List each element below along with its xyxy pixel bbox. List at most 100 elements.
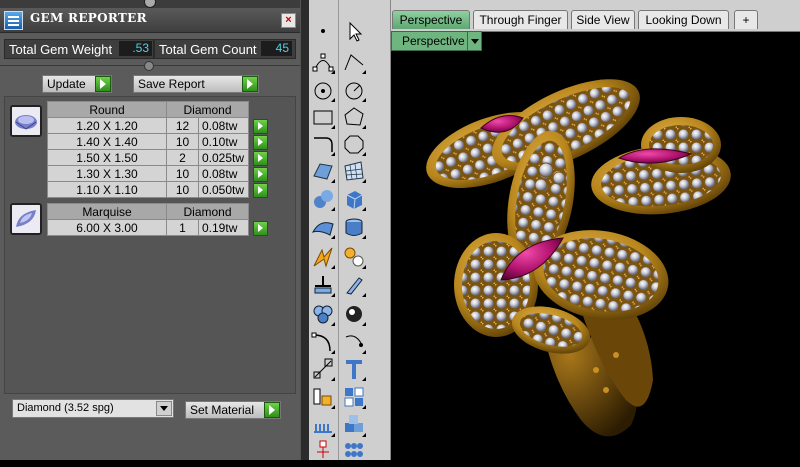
material-header: Diamond (166, 101, 249, 118)
gem-size-cell: 1.50 X 1.50 (47, 149, 167, 166)
set-material-button[interactable]: Set Material (185, 401, 281, 419)
gem-weight-cell: 0.025tw (198, 149, 249, 166)
3d-viewport[interactable]: Perspective Through Finger Side View Loo… (391, 0, 800, 460)
grid-icon[interactable] (341, 384, 367, 410)
select-row-arrow-icon[interactable] (253, 221, 268, 236)
play-arrow-icon[interactable] (264, 402, 280, 418)
table-row[interactable]: 1.10 X 1.10 10 0.050tw (47, 181, 271, 198)
gem-weight-cell: 0.19tw (198, 219, 249, 236)
mesh-surface-icon[interactable] (341, 158, 367, 184)
update-button[interactable]: Update (42, 75, 112, 93)
total-gem-count-box: Total Gem Count 45 (154, 39, 296, 59)
material-select-value: Diamond (3.52 spg) (17, 402, 114, 414)
tab-perspective[interactable]: Perspective (392, 10, 470, 29)
array-icon[interactable] (310, 384, 336, 410)
sphere-icon[interactable] (310, 186, 336, 212)
gem-weight-cell: 0.050tw (198, 181, 249, 198)
tree-icon[interactable] (310, 438, 336, 464)
table-row[interactable]: 1.20 X 1.20 12 0.08tw (47, 117, 271, 134)
surface-icon[interactable] (310, 158, 336, 184)
scale-icon[interactable] (310, 356, 336, 382)
modeling-toolbar (309, 0, 391, 460)
gem-count-cell: 2 (166, 149, 199, 166)
curve-icon[interactable] (310, 131, 336, 157)
ruler-icon[interactable] (310, 412, 336, 438)
total-gem-count-value: 45 (261, 41, 292, 56)
splitter-knob-icon[interactable] (144, 61, 154, 71)
octagon-icon[interactable] (341, 131, 367, 157)
resize-knob-icon[interactable] (144, 0, 156, 8)
panel-resize-bar[interactable] (0, 0, 300, 8)
gear-icon[interactable] (341, 244, 367, 270)
table-row[interactable]: 6.00 X 3.00 1 0.19tw (47, 219, 271, 236)
deform-surface-icon[interactable] (310, 214, 336, 240)
gem-reporter-panel: GEM REPORTER × Total Gem Weight .53 Tota… (0, 0, 300, 460)
select-row-arrow-icon[interactable] (253, 119, 268, 134)
point-icon[interactable] (310, 18, 336, 44)
ring-render-canvas[interactable] (391, 50, 800, 460)
fillet-icon[interactable] (310, 329, 336, 355)
circle-point-icon[interactable] (310, 77, 336, 103)
round-gem-icon[interactable] (10, 105, 42, 137)
join-icon[interactable] (310, 272, 336, 298)
tab-side-view[interactable]: Side View (571, 10, 635, 29)
play-arrow-icon[interactable] (242, 76, 258, 92)
table-row[interactable]: 1.40 X 1.40 10 0.10tw (47, 133, 271, 150)
cubes-icon[interactable] (341, 412, 367, 438)
panel-titlebar: GEM REPORTER × (0, 8, 300, 33)
table-header-row: Round Diamond (47, 101, 271, 118)
marquise-gem-table: Marquise Diamond 6.00 X 3.00 1 0.19tw (47, 203, 271, 236)
polygon-icon[interactable] (341, 104, 367, 130)
gem-count-cell: 10 (166, 133, 199, 150)
chevron-down-icon[interactable] (467, 32, 481, 50)
tab-through-finger[interactable]: Through Finger (473, 10, 568, 29)
save-report-button[interactable]: Save Report (133, 75, 259, 93)
lightning-icon[interactable] (310, 244, 336, 270)
knife-icon[interactable] (341, 272, 367, 298)
close-panel-button[interactable]: × (281, 13, 296, 28)
circle-icon[interactable] (341, 77, 367, 103)
tab-looking-down[interactable]: Looking Down (638, 10, 729, 29)
polyline-icon[interactable] (341, 49, 367, 75)
table-row[interactable]: 1.50 X 1.50 2 0.025tw (47, 149, 271, 166)
material-select[interactable]: Diamond (3.52 spg) (12, 399, 174, 418)
cylinder-icon[interactable] (341, 214, 367, 240)
total-gem-weight-label: Total Gem Weight (9, 42, 113, 57)
select-arrow-icon[interactable] (341, 18, 367, 44)
gem-weight-cell: 0.08tw (198, 117, 249, 134)
total-gem-count-label: Total Gem Count (159, 42, 257, 57)
total-gem-weight-box: Total Gem Weight .53 (4, 39, 154, 59)
gem-size-cell: 1.30 X 1.30 (47, 165, 167, 182)
gem-count-cell: 12 (166, 117, 199, 134)
text-icon[interactable] (341, 356, 367, 382)
select-row-arrow-icon[interactable] (253, 151, 268, 166)
gem-count-cell: 10 (166, 165, 199, 182)
add-tab-button[interactable]: + (734, 10, 758, 29)
control-points-icon[interactable] (310, 49, 336, 75)
select-row-arrow-icon[interactable] (253, 183, 268, 198)
select-row-arrow-icon[interactable] (253, 135, 268, 150)
gems-icon[interactable] (341, 438, 367, 464)
rotate-icon[interactable] (341, 329, 367, 355)
play-arrow-icon[interactable] (95, 76, 111, 92)
view-tab-bar: Perspective Through Finger Side View Loo… (391, 0, 800, 32)
marquise-gem-icon[interactable] (10, 203, 42, 235)
table-row[interactable]: 1.30 X 1.30 10 0.08tw (47, 165, 271, 182)
rectangle-icon[interactable] (310, 104, 336, 130)
gem-weight-cell: 0.08tw (198, 165, 249, 182)
gem-weight-cell: 0.10tw (198, 133, 249, 150)
gem-size-cell: 1.40 X 1.40 (47, 133, 167, 150)
chevron-down-icon[interactable] (156, 401, 172, 416)
shape-header: Round (47, 101, 167, 118)
box-icon[interactable] (341, 186, 367, 212)
gem-size-cell: 1.20 X 1.20 (47, 117, 167, 134)
panel-title: GEM REPORTER (30, 11, 147, 25)
view-mode-dropdown[interactable]: Perspective (391, 31, 482, 51)
gem-size-cell: 1.10 X 1.10 (47, 181, 167, 198)
boolean-icon[interactable] (310, 301, 336, 327)
shell-icon[interactable] (341, 301, 367, 327)
ring-petals (426, 79, 731, 354)
table-header-row: Marquise Diamond (47, 203, 271, 220)
shape-header: Marquise (47, 203, 167, 220)
select-row-arrow-icon[interactable] (253, 167, 268, 182)
